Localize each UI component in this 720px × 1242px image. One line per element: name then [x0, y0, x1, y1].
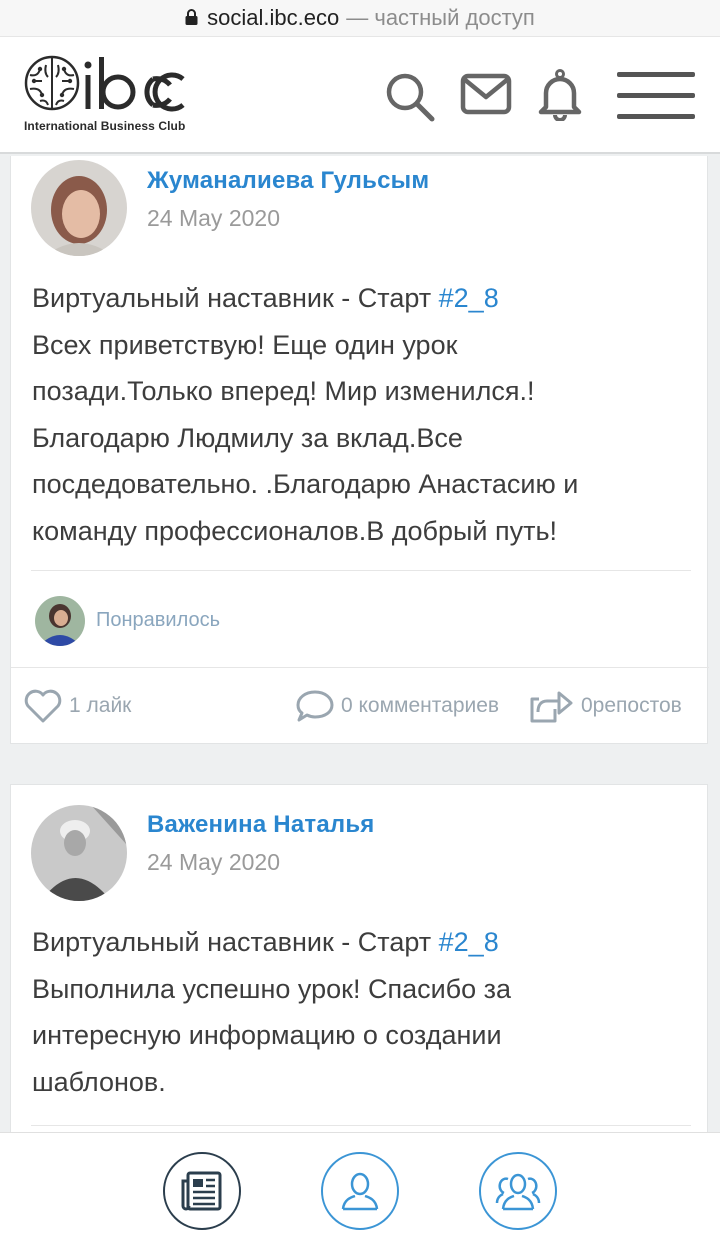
- avatar-photo: [31, 805, 127, 901]
- newspaper-icon: [181, 1171, 222, 1211]
- logo-tagline: International Business Club: [24, 119, 186, 133]
- app-header: International Business Club: [0, 36, 720, 154]
- post-line: позади.Только вперед! Мир изменился.!: [32, 376, 535, 406]
- post-line: Всех приветствую! Еще один урок: [32, 329, 458, 360]
- groups-icon: [495, 1173, 541, 1211]
- bottom-navigation: [0, 1132, 720, 1242]
- mail-icon: [460, 73, 512, 115]
- search-icon: [386, 73, 435, 122]
- lock-icon: [185, 9, 198, 25]
- post-body: Виртуальный наставник - Старт #2_8 Выпол…: [32, 919, 692, 1105]
- ibc-logo[interactable]: International Business Club: [22, 55, 197, 135]
- post-title-line: Виртуальный наставник - Старт #2_8: [32, 275, 692, 322]
- divider: [31, 1125, 691, 1126]
- comment-icon: [296, 690, 334, 722]
- post-title: Виртуальный наставник - Старт: [32, 927, 439, 957]
- search-button[interactable]: [384, 71, 436, 123]
- comment-button[interactable]: 0 комментариев: [295, 668, 499, 744]
- post-actions: 1 лайк 0 комментариев 0репостов: [11, 667, 709, 743]
- post-card: Жуманалиева Гульсым 24 May 2020 Виртуаль…: [10, 156, 709, 744]
- like-button[interactable]: 1 лайк: [23, 668, 131, 744]
- like-count: 1 лайк: [69, 694, 132, 717]
- heart-icon: [24, 689, 62, 723]
- post-line: интересную информацию о создании: [32, 1020, 502, 1050]
- nav-profile-button[interactable]: [321, 1152, 399, 1230]
- menu-button[interactable]: [617, 71, 695, 121]
- share-icon: [530, 691, 573, 723]
- author-avatar[interactable]: [31, 805, 127, 901]
- notifications-button[interactable]: [536, 69, 584, 122]
- browser-privacy-label: — частный доступ: [346, 5, 535, 30]
- repost-button[interactable]: 0репостов: [529, 668, 682, 744]
- browser-domain: social.ibc.eco: [207, 5, 340, 30]
- post-line: Выполнила успешно урок! Спасибо за: [32, 973, 512, 1004]
- post-line: команду профессионалов.В добрый путь!: [32, 515, 558, 546]
- nav-feed-button[interactable]: [163, 1152, 241, 1230]
- brain-logo-icon: [24, 55, 185, 112]
- post-line: Благодарю Людмилу за вклад.Все: [32, 422, 463, 453]
- post-title: Виртуальный наставник - Старт: [32, 283, 439, 313]
- post-date: 24 May 2020: [147, 849, 280, 875]
- repost-count: 0репостов: [581, 694, 682, 717]
- profile-icon: [341, 1172, 379, 1211]
- nav-groups-button[interactable]: [479, 1152, 557, 1230]
- post-card: Важенина Наталья 24 May 2020 Виртуальный…: [10, 784, 708, 1144]
- liker-photo: [35, 596, 85, 646]
- liked-label[interactable]: Понравилось: [96, 609, 220, 632]
- post-date: 24 May 2020: [147, 205, 280, 231]
- post-line: поcдедовательно. .Благодарю Анастасию и: [32, 469, 579, 499]
- messages-button[interactable]: [460, 73, 512, 117]
- post-title-line: Виртуальный наставник - Старт #2_8: [32, 919, 692, 966]
- comment-count: 0 комментариев: [341, 694, 500, 717]
- menu-icon: [617, 72, 695, 119]
- hashtag-link[interactable]: #2_8: [439, 283, 499, 313]
- post-body: Виртуальный наставник - Старт #2_8 Всех …: [32, 275, 692, 554]
- avatar-photo: [31, 160, 127, 256]
- post-line: шаблонов.: [32, 1066, 166, 1097]
- author-name[interactable]: Жуманалиева Гульсым: [147, 167, 429, 195]
- divider: [31, 570, 691, 571]
- browser-address-bar[interactable]: social.ibc.eco — частный доступ: [0, 0, 720, 36]
- author-name[interactable]: Важенина Наталья: [147, 811, 374, 839]
- hashtag-link[interactable]: #2_8: [439, 927, 499, 957]
- liker-avatar[interactable]: [35, 596, 85, 646]
- author-avatar[interactable]: [31, 160, 127, 256]
- bell-icon: [538, 69, 582, 122]
